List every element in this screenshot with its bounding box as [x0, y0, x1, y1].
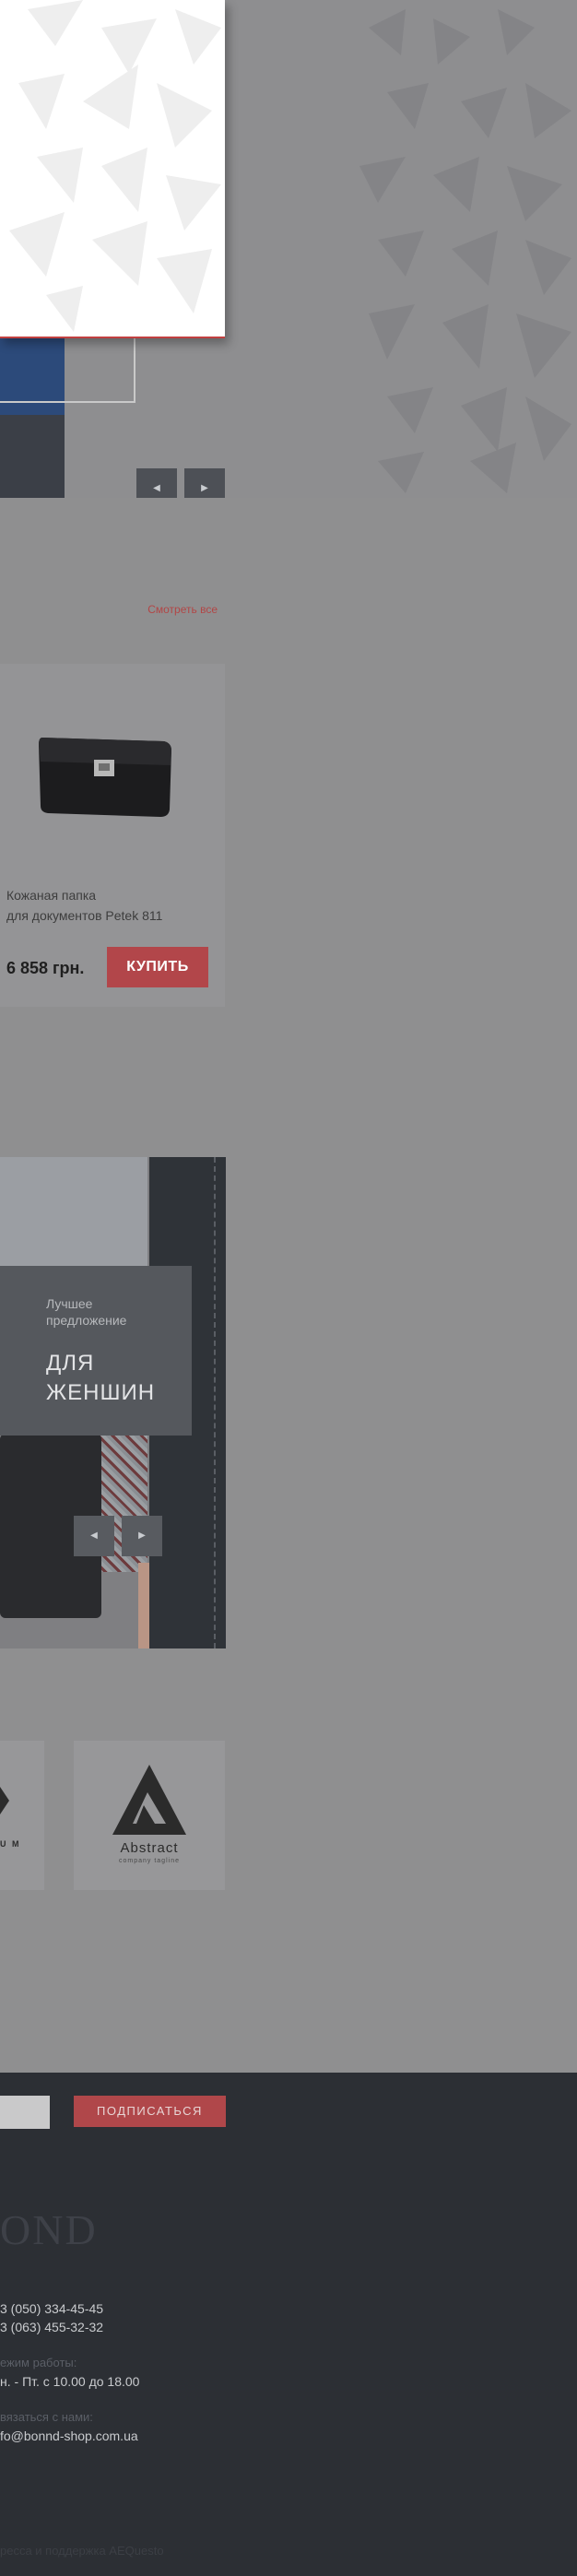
- footer-email[interactable]: fo@bonnd-shop.com.ua: [0, 2428, 138, 2443]
- promo-kicker-line1: Лучшее: [46, 1296, 93, 1311]
- footer-phone-2[interactable]: 3 (063) 455-32-32: [0, 2320, 103, 2334]
- hero-pattern: [359, 9, 571, 493]
- footer-hours-label: ежим работы:: [0, 2356, 77, 2369]
- product-card[interactable]: Кожаная папка для документов Petek 811 6…: [0, 664, 225, 1007]
- brand-tagline: company tagline: [119, 1858, 180, 1864]
- subscribe-button[interactable]: ПОДПИСАТЬСЯ: [74, 2096, 226, 2127]
- buy-button[interactable]: КУПИТЬ: [107, 947, 208, 987]
- product-name-line2: для документов Petek 811: [6, 908, 163, 923]
- promo-kicker-line2: предложение: [46, 1313, 127, 1328]
- product-name-line1: Кожаная папка: [6, 888, 97, 903]
- promo-kicker: Лучшее предложение: [46, 1295, 184, 1329]
- footer-copyright: ресса и поддержка AEQuesto: [0, 2544, 164, 2558]
- brand-tile[interactable]: U M: [0, 1741, 44, 1890]
- subscribe-email-input[interactable]: [0, 2096, 50, 2129]
- promo-next-button[interactable]: ▶: [122, 1516, 162, 1556]
- hero-next-button[interactable]: ▶: [184, 468, 225, 498]
- product-image: [39, 738, 171, 817]
- hero-banner: ◀ ▶: [0, 0, 577, 498]
- footer-contact-label: вязаться с нами:: [0, 2410, 93, 2424]
- promo-title-line1: ДЛЯ: [46, 1351, 95, 1376]
- promo-box: Лучшее предложение ДЛЯ ЖЕНШИН: [0, 1266, 192, 1436]
- brand-logo-partial: [0, 1787, 9, 1814]
- hero-prev-button[interactable]: ◀: [136, 468, 177, 498]
- promo-stitch: [214, 1157, 216, 1648]
- brand-name: Abstract: [120, 1840, 179, 1856]
- see-all-link[interactable]: Смотреть все: [138, 603, 218, 616]
- abstract-logo-icon: [112, 1765, 186, 1835]
- footer-phone-1[interactable]: 3 (050) 334-45-45: [0, 2301, 103, 2316]
- promo-prev-button[interactable]: ◀: [74, 1516, 114, 1556]
- hero-card-pattern: [9, 0, 221, 332]
- product-name[interactable]: Кожаная папка для документов Petek 811: [6, 885, 218, 926]
- promo-title-line2: ЖЕНШИН: [46, 1380, 156, 1405]
- footer-logo[interactable]: OND: [0, 2205, 98, 2254]
- product-price: 6 858 грн.: [6, 959, 85, 977]
- promo-title: ДЛЯ ЖЕНШИН: [46, 1349, 184, 1408]
- hero-card: [0, 0, 225, 338]
- brand-label: U M: [0, 1839, 21, 1849]
- brand-tile-abstract[interactable]: Abstract company tagline: [74, 1741, 225, 1890]
- footer-hours: н. - Пт. с 10.00 до 18.00: [0, 2374, 140, 2389]
